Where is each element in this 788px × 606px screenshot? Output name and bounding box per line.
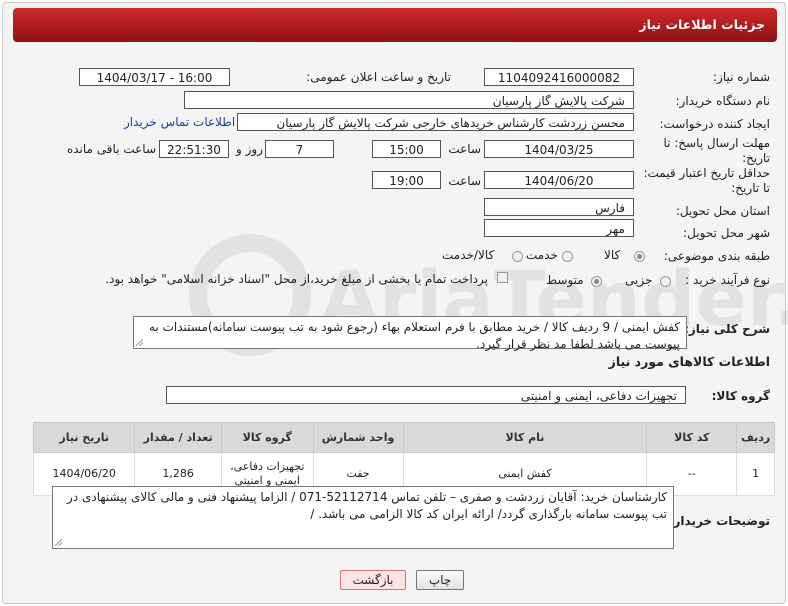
process-radio-minor[interactable]	[660, 276, 671, 287]
city-field: مهر	[484, 219, 634, 237]
deadline-time-field: 15:00	[372, 140, 441, 158]
buyer-notes-label: توضیحات خریدار:	[668, 514, 770, 528]
table-header-row: تاریخ نیاز تعداد / مقدار گروه کالا واحد …	[32, 422, 775, 453]
col-unit: واحد شمارش	[312, 422, 404, 453]
process-option-minor: جزیی	[625, 273, 653, 287]
goods-group-label: گروه کالا:	[711, 389, 770, 403]
goods-section-title: اطلاعات کالاهای مورد نیاز	[608, 354, 770, 369]
category-radio-goods[interactable]	[634, 251, 645, 262]
description-text: کفش ایمنی / 9 ردیف کالا / خرید مطابق با …	[148, 320, 680, 351]
items-table: تاریخ نیاز تعداد / مقدار گروه کالا واحد …	[32, 422, 775, 496]
remaining-time-field: 22:51:30	[159, 140, 229, 158]
col-row: ردیف	[736, 422, 775, 453]
buyer-org-field: شرکت پالایش گاز پارسیان	[184, 91, 634, 109]
deadline-date-field: 1404/03/25	[484, 140, 634, 158]
buyer-org-label: نام دستگاه خریدار:	[675, 94, 771, 108]
need-number-label: شماره نیاز:	[713, 70, 770, 84]
deadline-label: مهلت ارسال پاسخ: تا تاریخ:	[663, 136, 770, 165]
category-option-goods-service: کالا/خدمت	[442, 248, 495, 262]
category-option-service: خدمت	[526, 248, 558, 262]
goods-group-field: تجهیزات دفاعی، ایمنی و امنیتی	[166, 386, 686, 404]
deadline-time-label: ساعت	[448, 142, 481, 156]
col-goods-code: کد کالا	[646, 422, 738, 453]
category-radio-goods-service[interactable]	[512, 251, 523, 262]
creator-label: ایجاد کننده درخواست:	[659, 117, 770, 131]
col-goods-name: نام کالا	[402, 422, 648, 453]
col-need-date: تاریخ نیاز	[32, 422, 136, 453]
col-goods-group: گروه کالا	[220, 422, 314, 453]
process-option-medium: متوسط	[546, 273, 584, 287]
announce-label: تاریخ و ساعت اعلان عمومی:	[306, 70, 451, 84]
creator-field: محسن زردشت کارشناس خریدهای خارجی شرکت پا…	[237, 113, 634, 131]
province-field: فارس	[484, 198, 634, 216]
announce-field: 1404/03/17 - 16:00	[79, 68, 230, 86]
back-button[interactable]: بازگشت	[340, 570, 406, 590]
treasury-payment-note: پرداخت تمام یا بخشی از مبلغ خرید،از محل …	[105, 272, 488, 286]
category-label: طبقه بندی موضوعی:	[663, 249, 770, 263]
cell-row: 1	[736, 452, 775, 496]
city-label: شهر محل تحویل:	[683, 226, 770, 240]
process-label: نوع فرآیند خرید :	[685, 273, 770, 287]
buyer-notes-text: کارشناسان خرید: آقایان زردشت و صفری – تل…	[67, 490, 667, 521]
validity-time-field: 19:00	[372, 171, 441, 189]
resize-grip-icon[interactable]	[55, 539, 62, 546]
days-label: روز و	[236, 142, 263, 156]
remaining-label: ساعت باقی مانده	[66, 142, 156, 156]
category-radio-service[interactable]	[562, 251, 573, 262]
page-header: جزئیات اطلاعات نیاز	[13, 8, 777, 42]
buyer-notes-textarea[interactable]: کارشناسان خرید: آقایان زردشت و صفری – تل…	[52, 486, 674, 549]
resize-grip-icon[interactable]	[136, 339, 143, 346]
category-option-goods: کالا	[604, 248, 621, 262]
validity-time-label: ساعت	[448, 174, 481, 188]
description-label: شرح کلی نیاز:	[684, 322, 770, 336]
province-label: استان محل تحویل:	[675, 204, 770, 218]
process-radio-medium[interactable]	[591, 276, 602, 287]
page-title: جزئیات اطلاعات نیاز	[639, 17, 765, 32]
contact-info-link[interactable]: اطلاعات تماس خریدار	[124, 115, 235, 129]
col-quantity: تعداد / مقدار	[134, 422, 222, 453]
days-field: 7	[265, 140, 334, 158]
validity-date-field: 1404/06/20	[484, 171, 634, 189]
print-button[interactable]: چاپ	[416, 570, 464, 590]
need-number-field: 1104092416000082	[484, 68, 634, 86]
treasury-payment-checkbox[interactable]	[497, 272, 508, 283]
description-textarea[interactable]: کفش ایمنی / 9 ردیف کالا / خرید مطابق با …	[133, 316, 687, 351]
validity-label: حداقل تاریخ اعتبار قیمت: تا تاریخ:	[643, 166, 770, 195]
